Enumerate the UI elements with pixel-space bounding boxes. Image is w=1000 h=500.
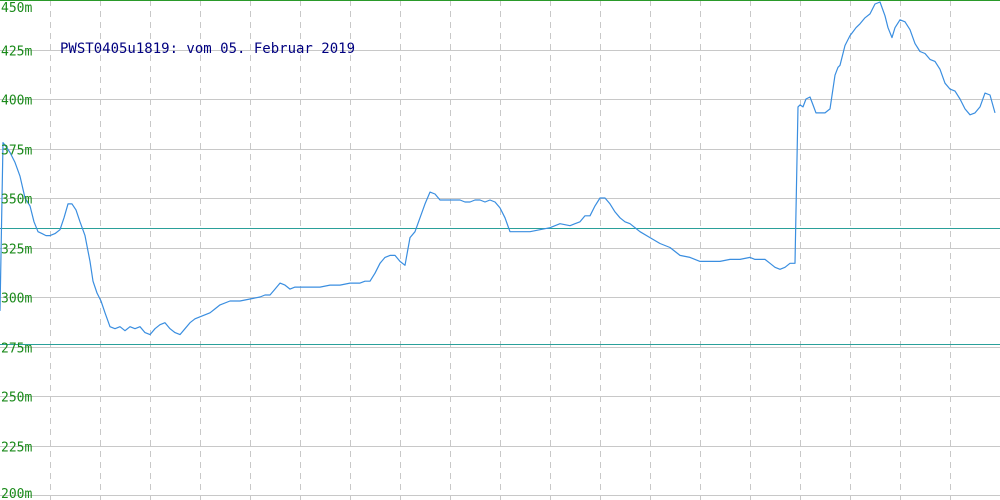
chart-background <box>0 0 1000 500</box>
y-tick-label: 200m <box>1 487 32 500</box>
y-tick-label: 425m <box>1 45 32 60</box>
y-tick-label: 450m <box>1 1 32 16</box>
y-tick-label: 400m <box>1 94 32 109</box>
chart-title: PWST0405u1819: vom 05. Februar 2019 <box>60 41 355 57</box>
y-tick-label: 225m <box>1 441 32 456</box>
y-tick-label: 375m <box>1 144 32 159</box>
y-tick-label: 325m <box>1 243 32 258</box>
line-chart: 450m 425m 400m 375m 350m 325m 300m 275m 250m 225m… <box>0 0 1000 500</box>
y-tick-label: 350m <box>1 193 32 208</box>
y-tick-label: 275m <box>1 342 32 357</box>
y-tick-label: 250m <box>1 391 32 406</box>
y-tick-label: 300m <box>1 292 32 307</box>
